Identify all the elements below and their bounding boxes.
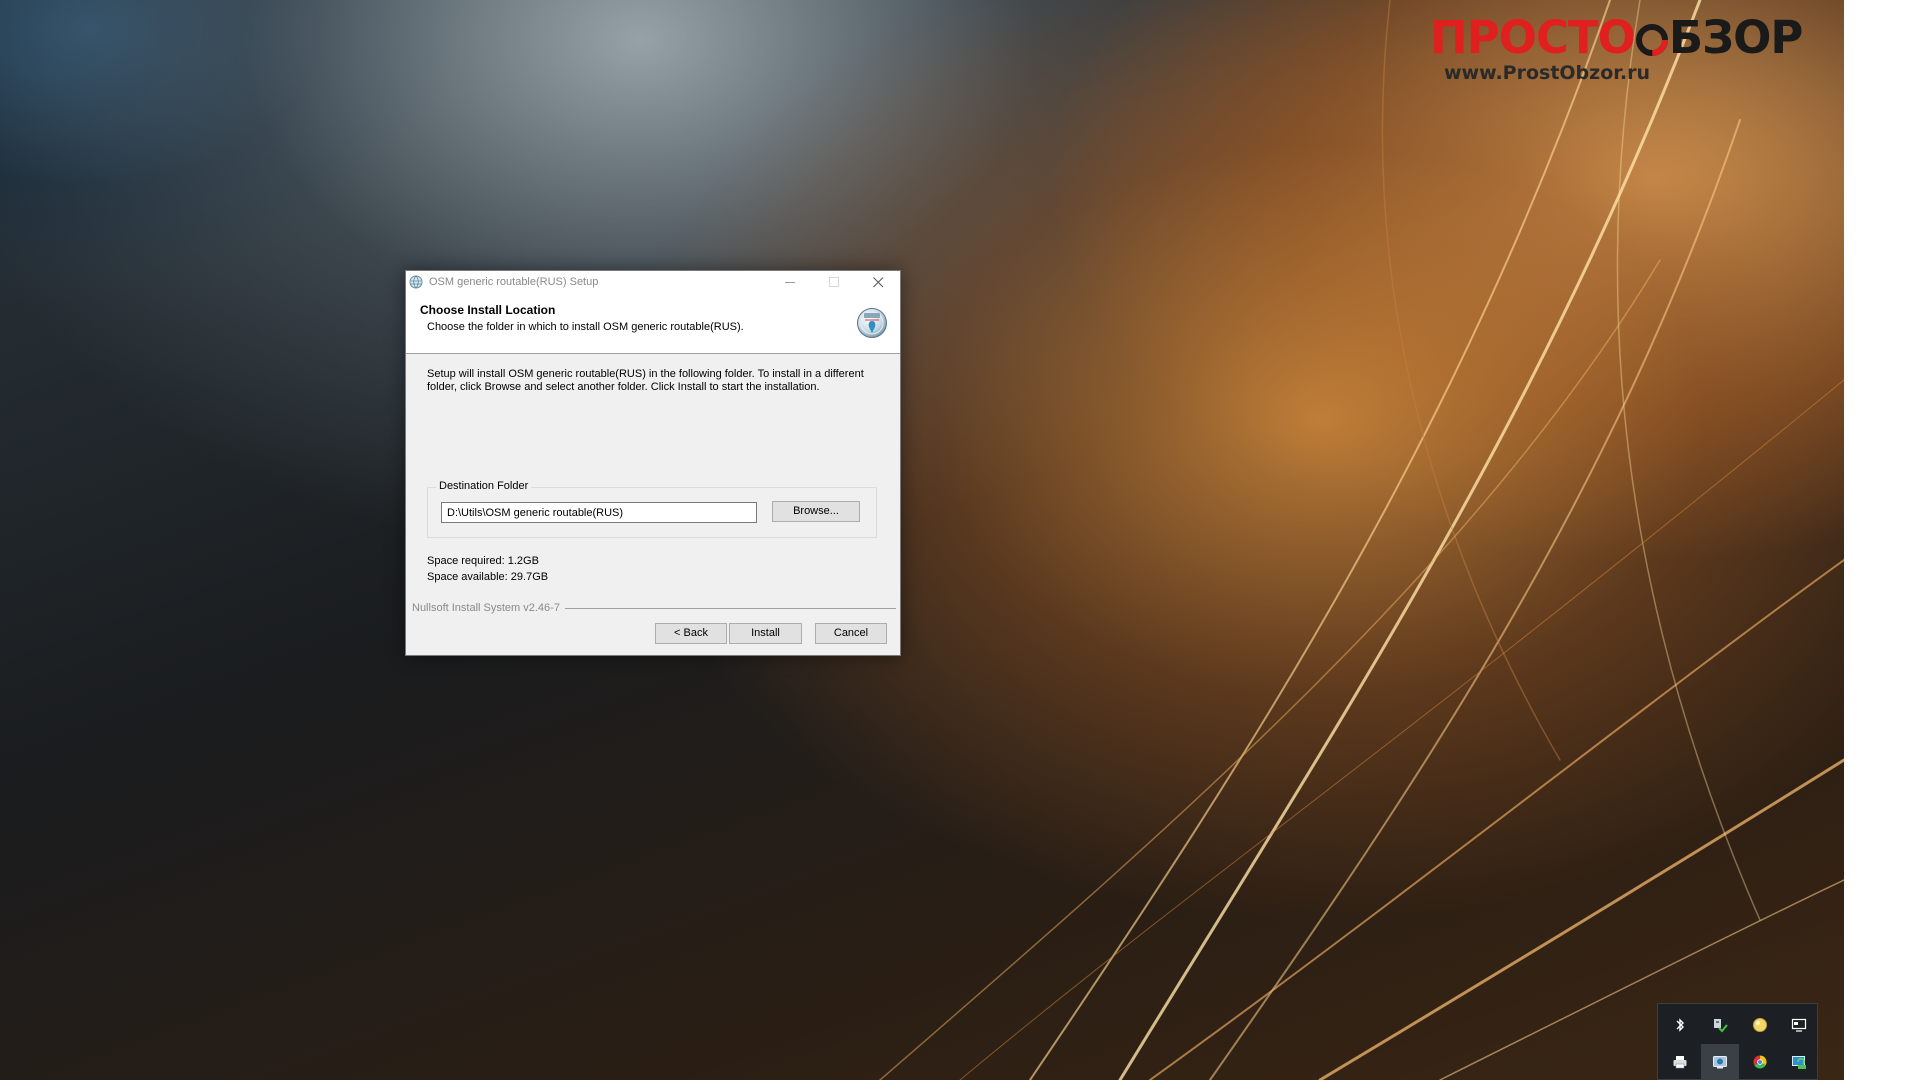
branding-divider: Nullsoft Install System v2.46-7	[412, 602, 896, 616]
space-available: Space available: 29.7GB	[427, 571, 549, 583]
bluetooth-icon	[1676, 1018, 1684, 1032]
cancel-button[interactable]: Cancel	[815, 623, 887, 644]
tray-bluetooth-button[interactable]	[1661, 1007, 1699, 1043]
destination-folder-group: Destination Folder Browse...	[427, 480, 877, 538]
minimize-button[interactable]	[768, 271, 812, 293]
wallpaper-curves	[879, 0, 1844, 1080]
title-bar[interactable]: OSM generic routable(RUS) Setup	[406, 271, 900, 293]
watermark-title-dark: БЗОР	[1668, 11, 1804, 64]
tray-status-button[interactable]	[1741, 1007, 1779, 1043]
intro-text: Setup will install OSM generic routable(…	[427, 368, 864, 393]
header-panel: Choose Install Location Choose the folde…	[406, 293, 900, 354]
sync-icon	[1792, 1056, 1806, 1069]
display-icon	[1791, 1018, 1807, 1032]
tray-chrome-button[interactable]	[1741, 1044, 1779, 1080]
destination-folder-label: Destination Folder	[436, 480, 532, 492]
tray-network-button[interactable]	[1701, 1007, 1739, 1043]
close-button[interactable]	[856, 271, 900, 293]
close-icon	[873, 277, 884, 288]
tray-overflow-panel	[1657, 1003, 1818, 1080]
nsis-globe-icon	[409, 275, 423, 289]
chrome-icon	[1753, 1055, 1767, 1069]
watermark-url: www.ProstObzor.ru	[1444, 62, 1651, 84]
printer-icon	[1673, 1056, 1687, 1069]
status-icon	[1753, 1018, 1767, 1032]
globe-icon	[857, 308, 887, 338]
app-icon	[1713, 1056, 1727, 1069]
install-button[interactable]: Install	[729, 623, 802, 644]
installer-window: OSM generic routable(RUS) Setup Choose I…	[405, 270, 901, 656]
browse-button[interactable]: Browse...	[772, 501, 860, 522]
window-title: OSM generic routable(RUS) Setup	[429, 276, 599, 288]
tray-display-button[interactable]	[1780, 1007, 1818, 1043]
watermark-title: ПРОСТО БЗОР	[1430, 11, 1803, 64]
desktop-wallpaper: ПРОСТО БЗОР www.ProstObzor.ru	[0, 0, 1844, 1080]
page-title: Choose Install Location	[420, 303, 556, 317]
watermark-title-red: ПРОСТО	[1430, 11, 1636, 64]
watermark-logo: ПРОСТО БЗОР www.ProstObzor.ru	[1430, 11, 1803, 85]
tray-app-button[interactable]	[1701, 1044, 1739, 1080]
minimize-icon	[785, 282, 795, 283]
branding-text: Nullsoft Install System v2.46-7	[412, 602, 565, 614]
destination-path-input[interactable]	[441, 502, 757, 523]
maximize-icon	[829, 277, 839, 287]
maximize-button[interactable]	[812, 271, 856, 293]
page-subtitle: Choose the folder in which to install OS…	[427, 321, 744, 333]
network-icon	[1714, 1019, 1728, 1033]
screen: ПРОСТО БЗОР www.ProstObzor.ru OSM generi…	[0, 0, 1920, 1080]
back-button[interactable]: < Back	[655, 623, 727, 644]
tray-sync-button[interactable]	[1780, 1044, 1818, 1080]
space-required: Space required: 1.2GB	[427, 555, 539, 567]
watermark-o-globe-icon	[1635, 24, 1668, 56]
tray-printer-button[interactable]	[1661, 1044, 1699, 1080]
